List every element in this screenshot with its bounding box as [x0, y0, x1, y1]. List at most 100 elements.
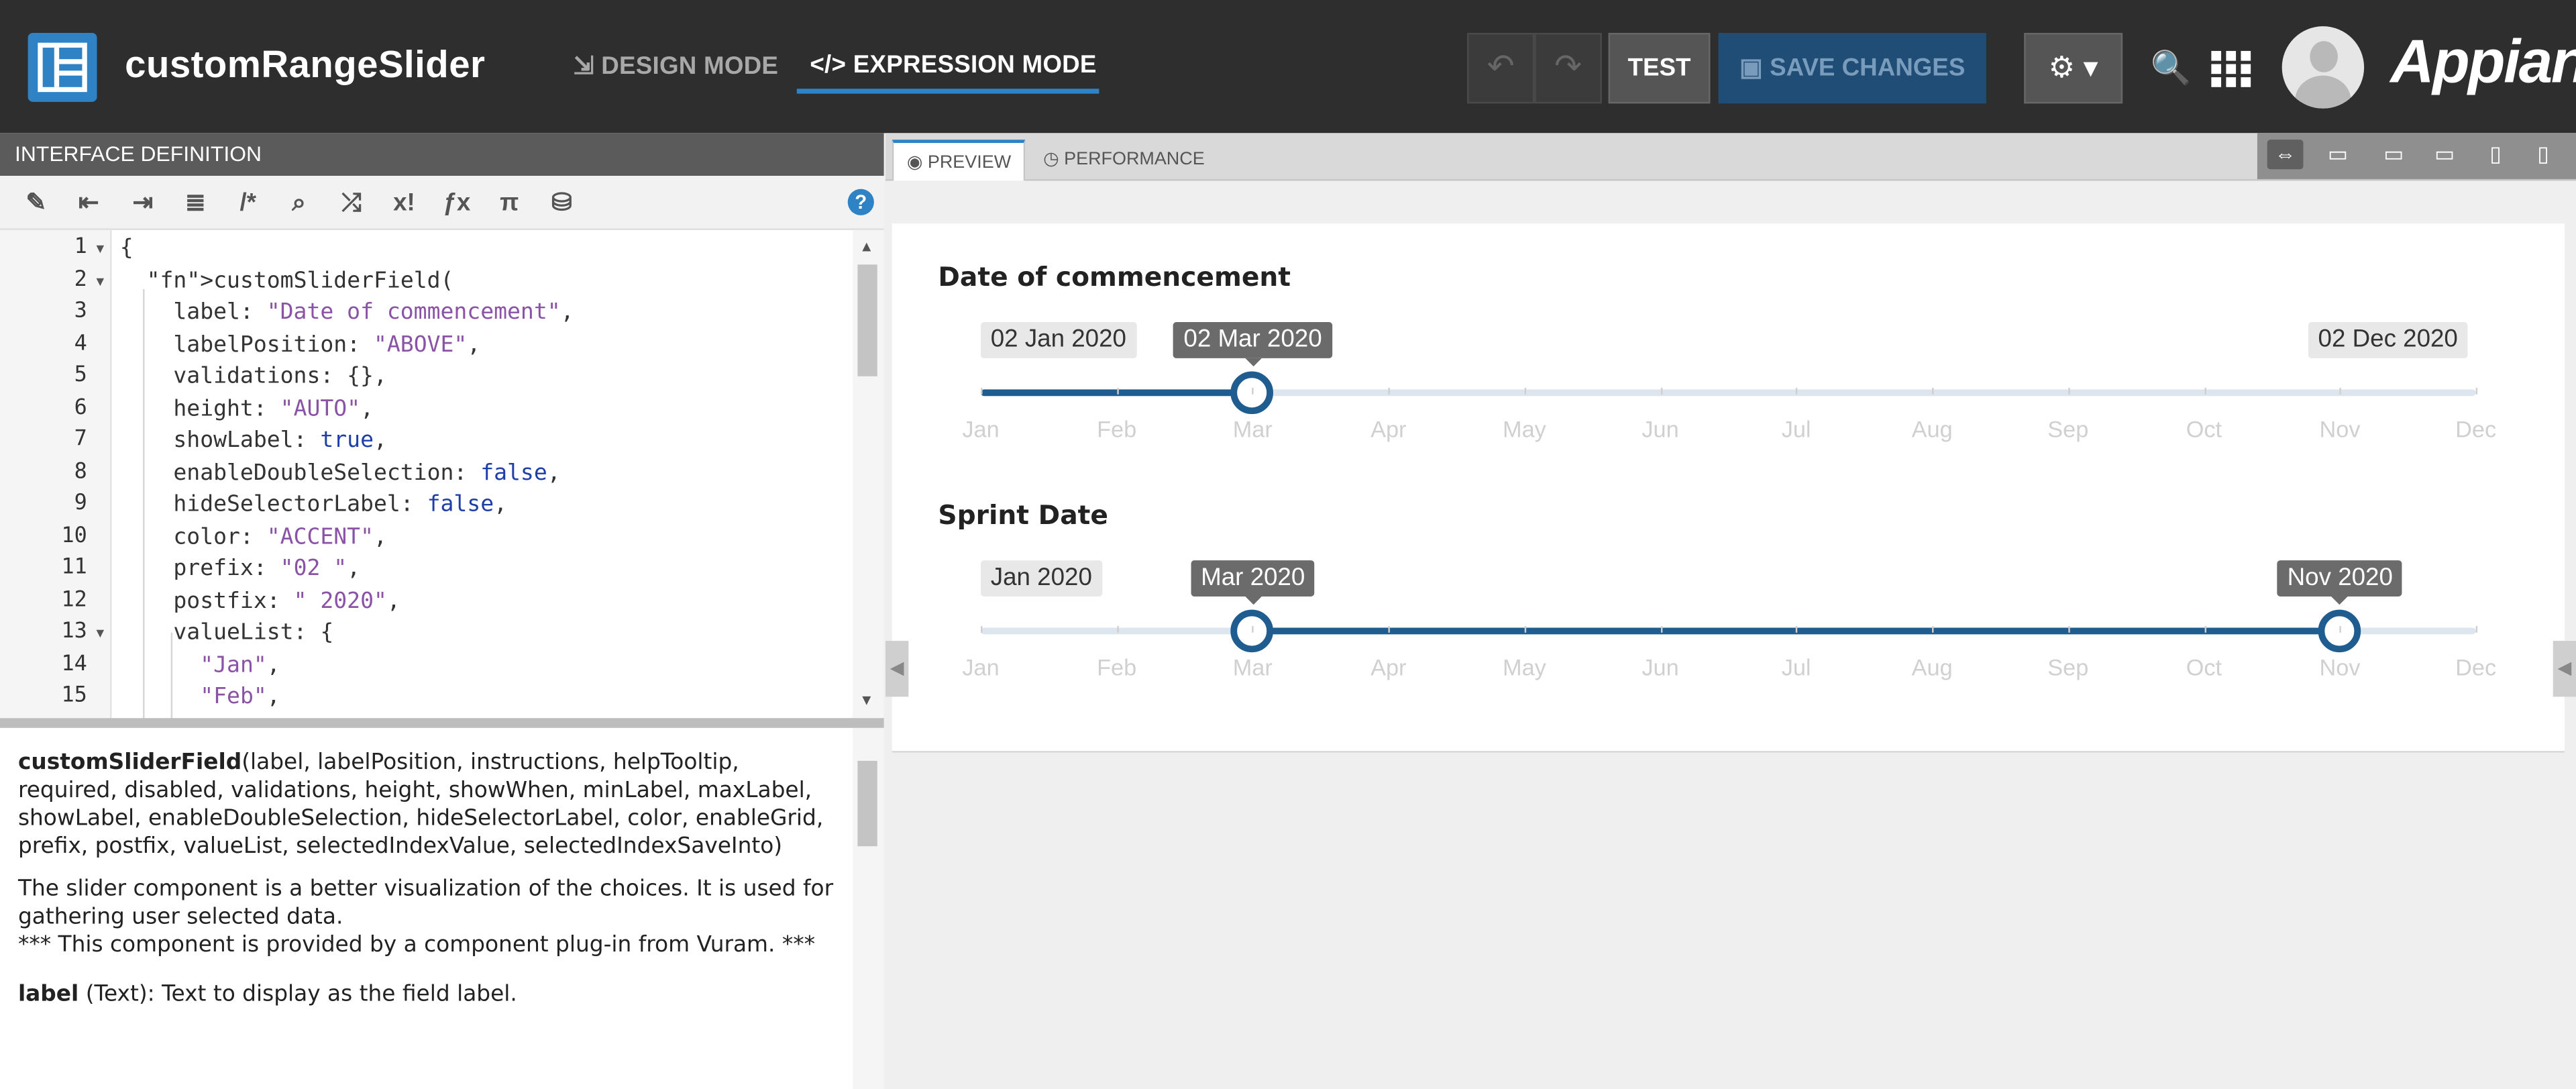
tab-performance[interactable]: ◷ PERFORMANCE	[1030, 140, 1218, 180]
tab-preview[interactable]: ◉ PREVIEW	[892, 140, 1026, 181]
line-number: 8	[74, 459, 87, 484]
record-query-icon[interactable]: ⛁	[545, 189, 578, 219]
redo-button[interactable]: ↷	[1534, 32, 1602, 104]
slider1-month-label: Mar	[1232, 415, 1273, 442]
panel-resizer[interactable]	[0, 718, 884, 728]
interface-definition-panel: INTERFACE DEFINITION ✎ ⇤ ⇥ ≣ /* ⌕ ⤮ x! ƒ…	[0, 133, 884, 1089]
code-line: valueList: {	[119, 619, 334, 646]
comment-icon[interactable]: /*	[231, 189, 264, 219]
code-editor[interactable]: 1 ▼ {2 ▼ "fn">customSliderField(3 label: "D…	[0, 229, 884, 719]
monitor-icon[interactable]: ▭	[2426, 140, 2463, 169]
slider1-tick	[1932, 387, 1934, 395]
format-icon[interactable]: ≣	[179, 189, 212, 219]
design-mode-tab[interactable]: ⇲ DESIGN MODE	[574, 51, 778, 81]
apps-grid-icon[interactable]	[2211, 50, 2254, 87]
scroll-down-icon[interactable]: ▼	[859, 692, 874, 708]
docs-scrollbar[interactable]	[853, 727, 884, 1089]
slider1-month-label: Jan	[962, 415, 1000, 442]
line-number: 1	[74, 235, 87, 260]
slider1-month-label: Nov	[2319, 415, 2361, 442]
redo-icon: ↷	[1554, 49, 1582, 86]
tablet-icon[interactable]: ▯	[2477, 140, 2514, 169]
preview-canvas: Date of commencement 02 Jan 2020 02 Dec …	[892, 223, 2565, 753]
slider2-tick	[1796, 626, 1799, 633]
indent-icon[interactable]: ⇥	[127, 189, 160, 219]
slider2-month-label: Oct	[2186, 654, 2222, 680]
line-number: 15	[61, 683, 87, 709]
collapse-right-icon[interactable]: ◀	[2553, 641, 2576, 697]
indent-guide	[143, 289, 145, 719]
slider1-month-label: Jun	[1642, 415, 1679, 442]
search-icon[interactable]: ⌕	[282, 189, 315, 219]
gear-icon: ⚙ ▾	[2048, 50, 2098, 84]
doc-param-name: label	[17, 982, 79, 1008]
slider2-tick	[2068, 626, 2070, 633]
slider1-month-label: Sep	[2047, 415, 2089, 442]
fold-arrow-icon[interactable]: ▼	[94, 274, 107, 289]
code-line: labelPosition: "ABOVE",	[119, 331, 481, 358]
help-icon[interactable]: ?	[847, 189, 874, 215]
slider2-month-label: Jul	[1781, 654, 1811, 680]
expression-mode-tab[interactable]: </> EXPRESSION MODE	[810, 51, 1096, 79]
line-number: 3	[74, 299, 87, 324]
undo-icon: ↶	[1487, 49, 1515, 86]
scroll-thumb[interactable]	[857, 264, 877, 376]
device-toggle-group: ⇔ ▭ ▭ ▭ ▯ ▯	[2257, 133, 2576, 179]
test-button[interactable]: TEST	[1608, 32, 1711, 104]
scroll-up-icon[interactable]: ▲	[859, 238, 874, 254]
shuffle-icon[interactable]: ⤮	[335, 189, 368, 219]
globe-search-icon[interactable]: 🔍	[2151, 48, 2194, 91]
design-mode-label: DESIGN MODE	[601, 52, 779, 81]
slider1-tick	[1796, 387, 1799, 395]
save-changes-label: SAVE CHANGES	[1770, 54, 1966, 83]
appian-logo: Appian	[2390, 28, 2576, 96]
doc-signature-name: customSliderField	[17, 751, 242, 776]
constant-icon[interactable]: π	[493, 189, 526, 219]
top-bar: customRangeSlider ⇲ DESIGN MODE </> EXPR…	[0, 0, 2576, 134]
code-line: validations: {},	[119, 363, 387, 390]
slider1-tick	[2340, 387, 2342, 395]
phone-icon[interactable]: ▯	[2525, 140, 2561, 169]
clock-icon: ◷	[1043, 149, 1059, 170]
fold-arrow-icon[interactable]: ▼	[94, 242, 107, 256]
desktop-wide-icon[interactable]: ▭	[2320, 140, 2356, 169]
doc-note: *** This component is provided by a comp…	[17, 933, 816, 958]
slider1-label: Date of commencement	[938, 261, 1291, 293]
slider1-month-label: Oct	[2186, 415, 2222, 442]
outdent-icon[interactable]: ⇤	[72, 189, 105, 219]
doc-param-desc: (Text): Text to display as the field lab…	[78, 982, 517, 1008]
slider1-tick	[2204, 387, 2206, 395]
slider2-tick	[1116, 626, 1119, 633]
save-changes-button[interactable]: ▣ SAVE CHANGES	[1718, 32, 1986, 104]
code-line: color: "ACCENT",	[119, 523, 387, 550]
undo-button[interactable]: ↶	[1466, 32, 1535, 104]
slider1-tick	[981, 387, 983, 395]
code-line: label: "Date of commencement",	[119, 299, 574, 325]
editor-toolbar: ✎ ⇤ ⇥ ≣ /* ⌕ ⤮ x! ƒx π ⛁ ?	[0, 176, 884, 230]
editor-scrollbar[interactable]: ▲ ▼	[853, 229, 884, 719]
settings-menu-button[interactable]: ⚙ ▾	[2024, 32, 2123, 104]
interface-logo-icon	[28, 32, 97, 102]
slider2-tick	[2204, 626, 2206, 633]
rule-icon[interactable]: x!	[388, 189, 421, 219]
slider1-month-label: Dec	[2455, 415, 2497, 442]
fit-width-icon[interactable]: ⇔	[2267, 140, 2304, 170]
code-icon: </>	[810, 50, 847, 79]
code-line: showLabel: true,	[119, 427, 387, 454]
desktop-icon[interactable]: ▭	[2375, 140, 2412, 169]
slider2-month-label: Nov	[2319, 654, 2361, 680]
slider2-label: Sprint Date	[938, 499, 1108, 531]
magic-wand-icon[interactable]: ✎	[19, 189, 52, 219]
slider2-tick	[1524, 626, 1526, 633]
line-number: 5	[74, 363, 87, 388]
line-number: 10	[61, 523, 87, 548]
function-icon[interactable]: ƒx	[440, 189, 473, 219]
slider1-min-label: 02 Jan 2020	[981, 322, 1136, 358]
fold-arrow-icon[interactable]: ▼	[94, 626, 107, 641]
code-line: height: "AUTO",	[119, 395, 374, 422]
slider2-tick	[2475, 626, 2478, 633]
user-avatar[interactable]	[2282, 26, 2365, 109]
collapse-left-icon[interactable]: ◀	[885, 641, 909, 697]
slider1-tick	[1252, 387, 1254, 395]
preview-tabbar: ◉ PREVIEW ◷ PERFORMANCE ⇔ ▭ ▭ ▭ ▯ ▯	[885, 133, 2576, 181]
